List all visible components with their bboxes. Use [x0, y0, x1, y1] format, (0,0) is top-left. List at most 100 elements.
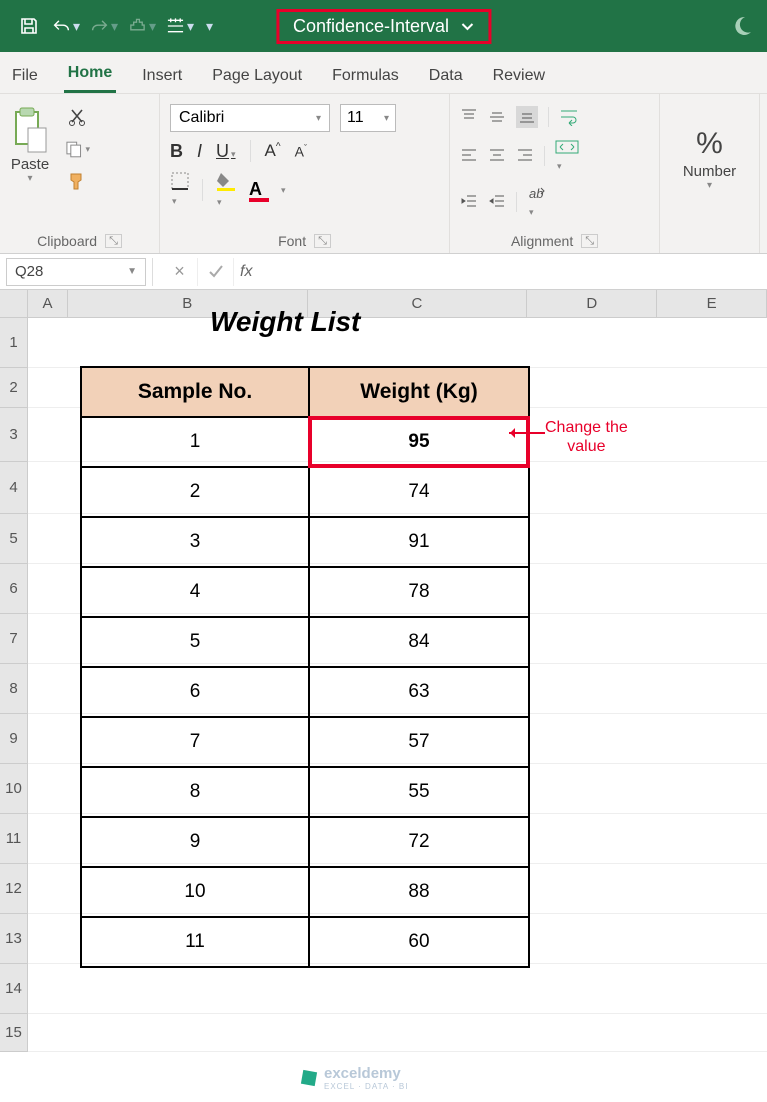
tab-insert[interactable]: Insert — [138, 59, 186, 93]
align-bottom-icon[interactable] — [516, 106, 538, 128]
tab-data[interactable]: Data — [425, 59, 467, 93]
italic-button[interactable]: I — [197, 141, 202, 162]
align-middle-icon[interactable] — [488, 108, 506, 126]
row-header[interactable]: 5 — [0, 514, 28, 564]
fill-color-icon[interactable]: ▾ — [215, 170, 237, 210]
align-top-icon[interactable] — [460, 108, 478, 126]
cell[interactable] — [657, 764, 767, 814]
cell[interactable] — [68, 964, 308, 1014]
borders-grid-icon[interactable]: ▾ — [166, 11, 196, 41]
cell-weight[interactable]: 63 — [309, 667, 529, 717]
format-painter-icon[interactable] — [64, 170, 90, 192]
cell-weight[interactable]: 74 — [309, 467, 529, 517]
cell[interactable] — [527, 1014, 657, 1052]
undo-icon[interactable]: ▾ — [52, 11, 82, 41]
cell-sample[interactable]: 3 — [81, 517, 309, 567]
tab-review[interactable]: Review — [489, 59, 549, 93]
touch-mode-icon[interactable]: ▾ — [128, 11, 158, 41]
tab-home[interactable]: Home — [64, 56, 116, 93]
decrease-font-icon[interactable]: Aˇ — [295, 143, 307, 160]
name-box[interactable]: Q28 ▼ — [6, 258, 146, 286]
cell[interactable] — [527, 462, 657, 514]
cell[interactable] — [28, 318, 68, 368]
cell[interactable] — [527, 914, 657, 964]
row-header[interactable]: 13 — [0, 914, 28, 964]
tab-formulas[interactable]: Formulas — [328, 59, 403, 93]
increase-font-icon[interactable]: A^ — [265, 141, 281, 161]
cell-sample[interactable]: 6 — [81, 667, 309, 717]
cell[interactable] — [657, 664, 767, 714]
row-header[interactable]: 6 — [0, 564, 28, 614]
cell[interactable] — [657, 564, 767, 614]
cell[interactable] — [657, 614, 767, 664]
cell[interactable] — [28, 664, 68, 714]
dialog-launcher-icon[interactable]: ⤡ — [581, 234, 598, 248]
cell[interactable] — [657, 462, 767, 514]
column-header[interactable]: E — [657, 290, 767, 317]
cell[interactable] — [28, 764, 68, 814]
fx-icon[interactable]: fx — [240, 263, 252, 281]
tab-file[interactable]: File — [8, 59, 42, 93]
cell[interactable] — [657, 368, 767, 408]
cell[interactable] — [527, 614, 657, 664]
cell[interactable] — [28, 368, 68, 408]
percent-style-button[interactable]: % Number ▾ — [683, 127, 736, 191]
cell[interactable] — [28, 462, 68, 514]
dark-mode-icon[interactable] — [731, 15, 753, 37]
copy-icon[interactable]: ▾ — [64, 138, 90, 160]
column-header[interactable]: A — [28, 290, 68, 317]
font-size-select[interactable]: 11▾ — [340, 104, 396, 132]
font-color-icon[interactable]: A — [249, 179, 269, 202]
cell-weight[interactable]: 88 — [309, 867, 529, 917]
cell-sample[interactable]: 4 — [81, 567, 309, 617]
dialog-launcher-icon[interactable]: ⤡ — [105, 234, 122, 248]
column-header[interactable]: D — [527, 290, 657, 317]
decrease-indent-icon[interactable] — [460, 193, 478, 211]
cell[interactable] — [527, 514, 657, 564]
row-header[interactable]: 7 — [0, 614, 28, 664]
cell-sample[interactable]: 5 — [81, 617, 309, 667]
cell-weight[interactable]: 55 — [309, 767, 529, 817]
cell[interactable] — [308, 1014, 528, 1052]
increase-indent-icon[interactable] — [488, 193, 506, 211]
merge-center-icon[interactable]: ▾ — [555, 138, 579, 174]
row-header[interactable]: 8 — [0, 664, 28, 714]
cell-weight[interactable]: 57 — [309, 717, 529, 767]
row-header[interactable]: 1 — [0, 318, 28, 368]
cell[interactable] — [527, 714, 657, 764]
cell[interactable] — [527, 664, 657, 714]
cell[interactable] — [657, 514, 767, 564]
orientation-icon[interactable]: ab▾ — [527, 184, 547, 220]
cell[interactable] — [28, 564, 68, 614]
font-name-select[interactable]: Calibri▾ — [170, 104, 330, 132]
row-header[interactable]: 12 — [0, 864, 28, 914]
borders-icon[interactable]: ▾ — [170, 171, 190, 209]
cell[interactable] — [28, 714, 68, 764]
dropdown-icon[interactable]: ▾ — [206, 18, 213, 35]
cell[interactable] — [68, 1014, 308, 1052]
cell[interactable] — [657, 408, 767, 462]
cell[interactable] — [657, 814, 767, 864]
row-header[interactable]: 4 — [0, 462, 28, 514]
row-header[interactable]: 11 — [0, 814, 28, 864]
cell[interactable] — [527, 368, 657, 408]
formula-input[interactable] — [258, 258, 767, 286]
cell[interactable] — [28, 1014, 68, 1052]
cell[interactable] — [527, 864, 657, 914]
cell[interactable] — [527, 964, 657, 1014]
cell[interactable] — [657, 318, 767, 368]
cell-sample[interactable]: 2 — [81, 467, 309, 517]
cell[interactable] — [28, 814, 68, 864]
row-header[interactable]: 2 — [0, 368, 28, 408]
cell-weight[interactable]: 72 — [309, 817, 529, 867]
cell-sample[interactable]: 1 — [81, 417, 309, 467]
cancel-icon[interactable]: × — [162, 258, 198, 286]
cell[interactable] — [308, 964, 528, 1014]
cell-weight[interactable]: 84 — [309, 617, 529, 667]
cell[interactable] — [657, 1014, 767, 1052]
cell[interactable] — [527, 814, 657, 864]
cell[interactable] — [657, 864, 767, 914]
underline-button[interactable]: U▾ — [216, 141, 236, 162]
wrap-text-icon[interactable] — [559, 108, 581, 126]
align-center-icon[interactable] — [488, 147, 506, 165]
